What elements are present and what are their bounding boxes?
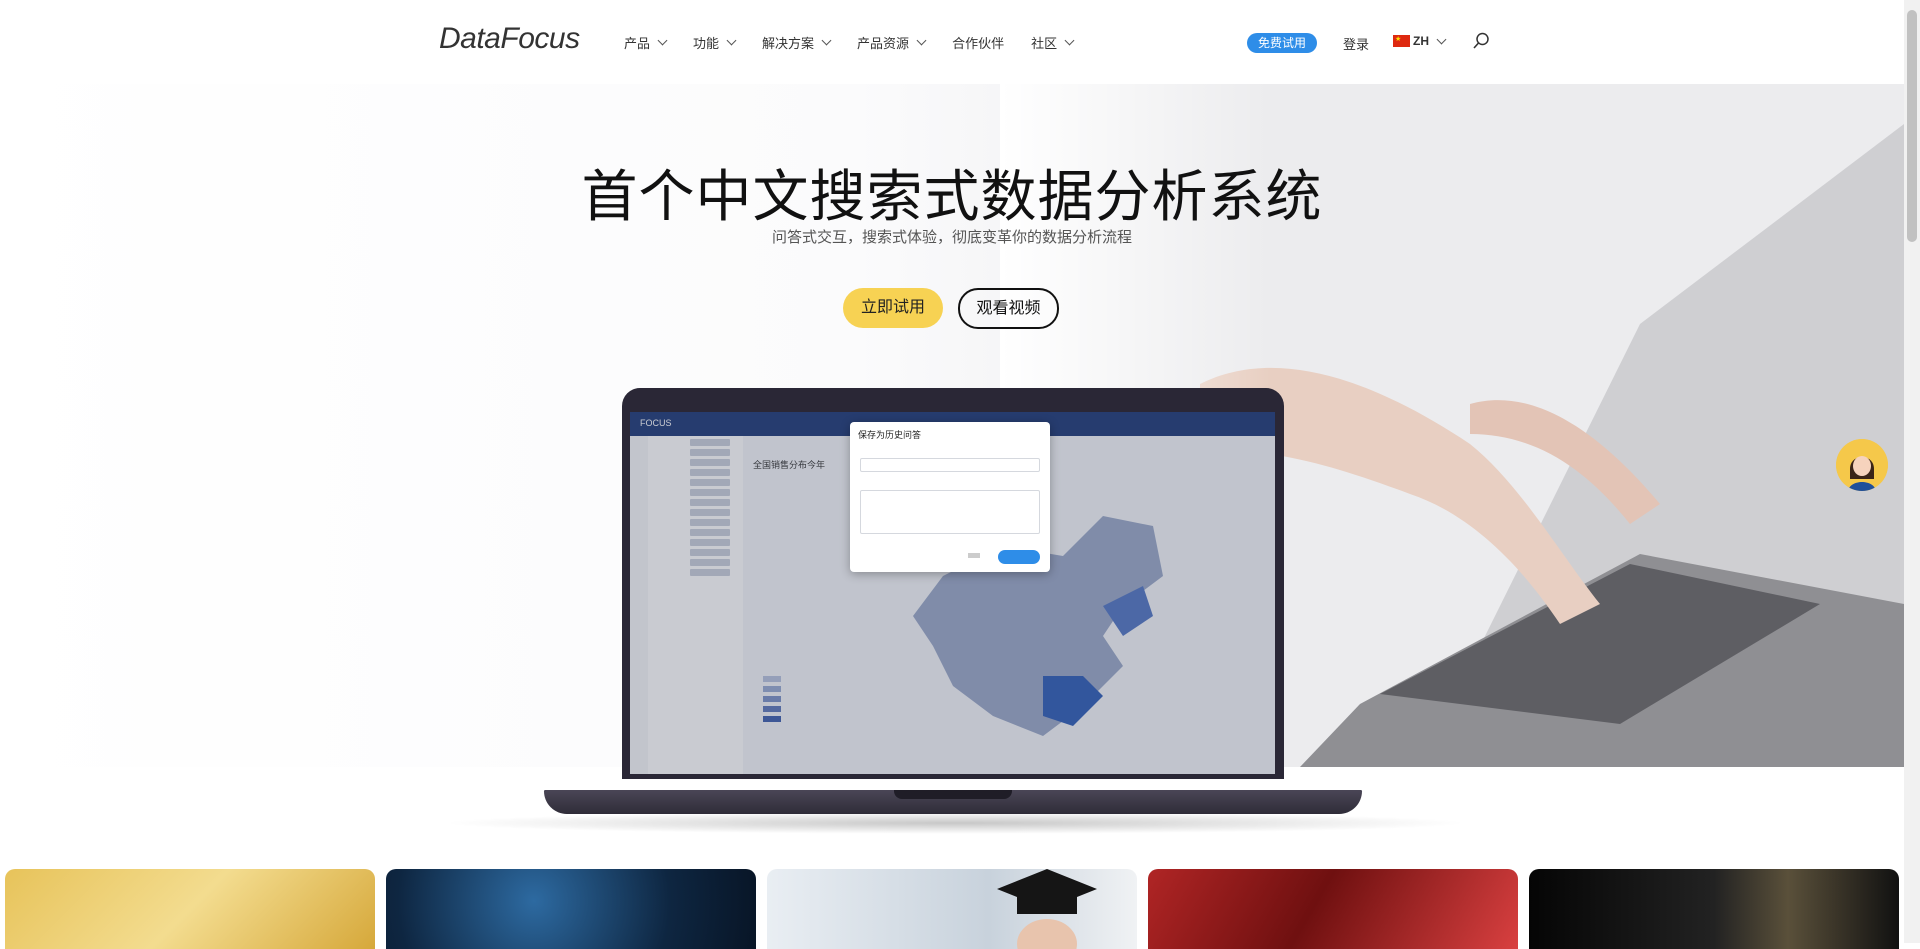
dialog-name-input[interactable] [860, 458, 1040, 472]
chevron-down-icon [1064, 35, 1075, 46]
card-smart-city[interactable] [386, 869, 756, 949]
login-link[interactable]: 登录 [1343, 34, 1369, 53]
menu-label: 功能 [693, 36, 720, 51]
card-retail[interactable] [1529, 869, 1899, 949]
chevron-down-icon [657, 35, 668, 46]
card-agriculture[interactable] [5, 869, 375, 949]
hero-headline: 首个中文搜索式数据分析系统 [581, 165, 1323, 228]
chevron-down-icon [916, 35, 927, 46]
dialog-title: 保存为历史问答 [858, 430, 922, 440]
dialog-confirm-button[interactable] [998, 550, 1040, 564]
laptop-notch [894, 790, 1012, 799]
main-menu: 产品 功能 解决方案 产品资源 合作伙伴 社区 [624, 33, 1100, 52]
menu-item-community[interactable]: 社区 [1031, 33, 1075, 52]
try-now-button[interactable]: 立即试用 [843, 288, 943, 328]
logo[interactable]: DataFocus [439, 22, 580, 56]
card-sports[interactable] [1148, 869, 1518, 949]
agent-avatar-icon [1836, 439, 1888, 491]
menu-item-solutions[interactable]: 解决方案 [762, 33, 832, 52]
menu-label: 解决方案 [762, 36, 815, 51]
menu-label: 产品 [624, 36, 651, 51]
laptop-shadow [440, 812, 1470, 834]
dialog-notes-input[interactable] [860, 490, 1040, 534]
china-flag-icon [1393, 35, 1410, 47]
laptop-screen: FOCUS 全国销售分布今年 保存为历史问答 [630, 412, 1275, 774]
support-chat-avatar[interactable] [1836, 439, 1888, 491]
top-navbar: DataFocus 产品 功能 解决方案 产品资源 合作伙伴 社区 免费试用 登… [0, 0, 1904, 84]
dialog-cancel-button[interactable] [968, 553, 980, 558]
menu-item-partners[interactable]: 合作伙伴 [952, 33, 1004, 52]
watch-video-button[interactable]: 观看视频 [958, 288, 1059, 329]
card-education[interactable] [767, 869, 1137, 949]
menu-item-product[interactable]: 产品 [624, 33, 668, 52]
hero-subline: 问答式交互，搜索式体验，彻底变革你的数据分析流程 [771, 229, 1132, 246]
menu-item-features[interactable]: 功能 [693, 33, 737, 52]
menu-label: 社区 [1031, 36, 1058, 51]
chevron-down-icon [1436, 34, 1447, 44]
menu-label: 合作伙伴 [952, 36, 1005, 51]
scrollbar-thumb[interactable] [1907, 10, 1917, 242]
graduation-cap-graphic [997, 869, 1097, 949]
language-label: ZH [1413, 34, 1429, 48]
search-icon[interactable] [1472, 32, 1490, 50]
industry-cards [5, 869, 1900, 949]
page-scrollbar[interactable] [1904, 0, 1920, 943]
menu-item-resources[interactable]: 产品资源 [857, 33, 927, 52]
free-trial-button[interactable]: 免费试用 [1247, 33, 1318, 53]
menu-label: 产品资源 [857, 36, 910, 51]
chevron-down-icon [726, 35, 737, 46]
language-selector[interactable]: ZH [1393, 34, 1447, 48]
save-history-dialog: 保存为历史问答 [850, 422, 1050, 572]
chevron-down-icon [821, 35, 832, 46]
